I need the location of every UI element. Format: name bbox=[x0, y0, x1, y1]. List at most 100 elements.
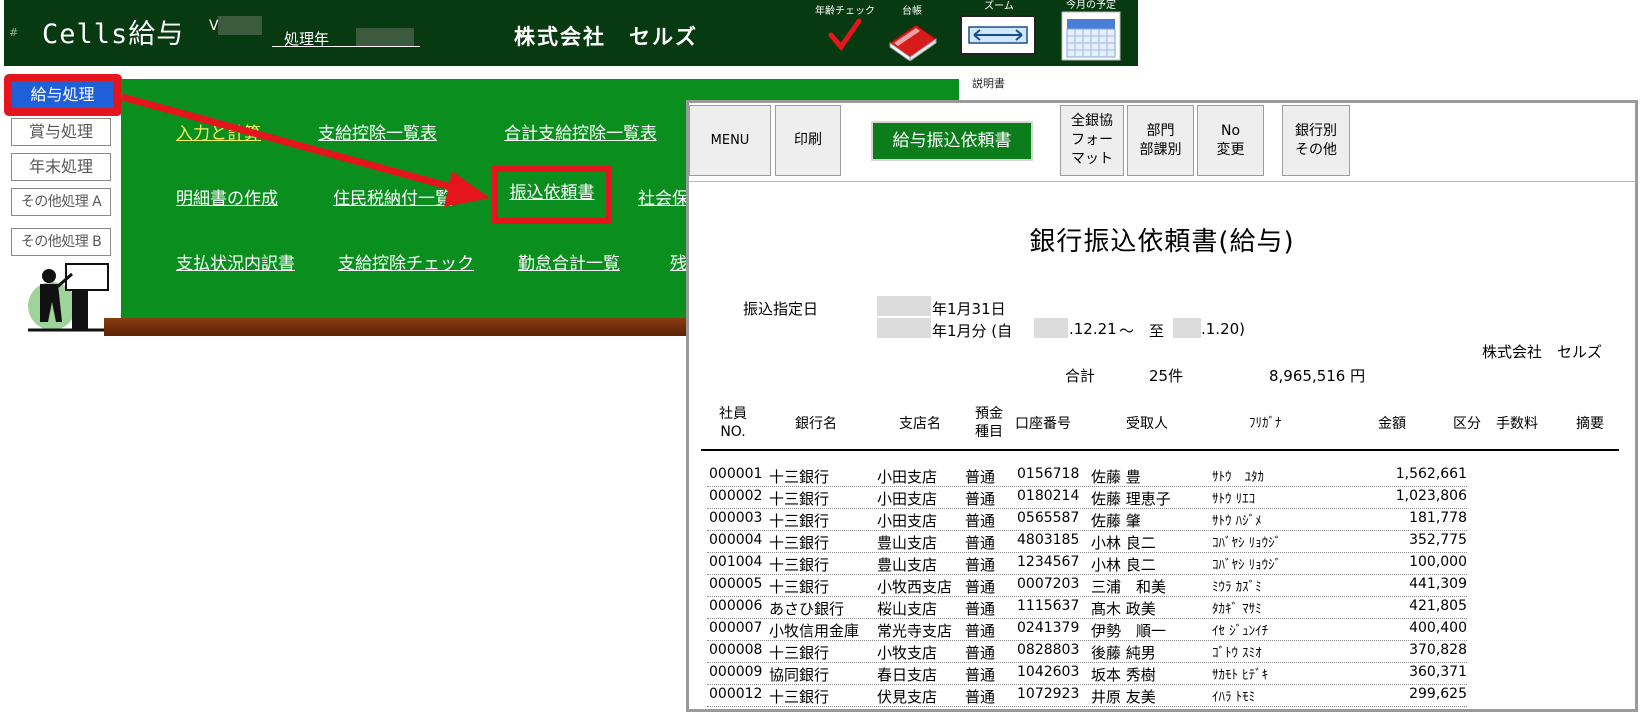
col-category: 区分 bbox=[1453, 416, 1481, 432]
total-count: 25件 bbox=[1149, 367, 1184, 385]
book-icon bbox=[889, 24, 937, 62]
document-title: 銀行振込依頼書(給与) bbox=[1029, 227, 1295, 257]
cell-name: 三浦 和美 bbox=[1091, 578, 1167, 596]
link-attendance-total[interactable]: 勤怠合計一覧 bbox=[518, 249, 620, 274]
cell-type: 普通 bbox=[965, 534, 996, 552]
table-row[interactable]: 000003 十三銀行 小田支店 普通 0565587 佐藤 肇 ｻﾄｳ ﾊｼﾞﾒ 181,7… bbox=[707, 509, 1467, 531]
cell-branch: 小牧西支店 bbox=[877, 578, 953, 596]
cell-bank: 小牧信用金庫 bbox=[769, 622, 860, 640]
table-row[interactable]: 000007 小牧信用金庫 常光寺支店 普通 0241379 伊勢 順一 ｲｾ ｼﾞｭﾝｲﾁ… bbox=[707, 619, 1467, 641]
link-input-calc[interactable]: 入力と計算 bbox=[176, 119, 261, 144]
by-bank-button[interactable]: 銀行別 その他 bbox=[1282, 105, 1350, 176]
cell-kana: ｻﾄｳ ﾘｴｺ bbox=[1212, 492, 1256, 507]
cell-name: 井原 友美 bbox=[1091, 688, 1156, 706]
cell-kana: ｺﾊﾞﾔｼ ﾘｮｳｼﾞ bbox=[1212, 558, 1282, 573]
transfer-request-title-button[interactable]: 給与振込依頼書 bbox=[871, 121, 1033, 161]
header-rule bbox=[701, 449, 1619, 451]
checkmark-icon bbox=[828, 18, 862, 52]
cell-bank: 十三銀行 bbox=[769, 688, 830, 706]
menu-year-end-processing[interactable]: 年末処理 bbox=[11, 153, 111, 181]
link-transfer-request[interactable]: 振込依頼書 bbox=[492, 166, 612, 224]
redacted-year bbox=[1034, 318, 1068, 338]
cell-amount: 352,775 bbox=[1409, 532, 1467, 548]
table-row[interactable]: 000012 十三銀行 伏見支店 普通 1072923 井原 友美 ｲﾊﾗ ﾄﾓﾐ 299,6… bbox=[707, 685, 1467, 707]
link-payment-check[interactable]: 支給控除チェック bbox=[338, 249, 474, 274]
cell-amount: 299,625 bbox=[1409, 686, 1467, 702]
cell-name: 伊勢 順一 bbox=[1091, 622, 1167, 640]
table-row[interactable]: 000009 協同銀行 春日支店 普通 1042603 坂本 秀樹 ｻｶﾓﾄ ﾋﾃﾞｷ 360… bbox=[707, 663, 1467, 685]
cell-name: 小林 良二 bbox=[1091, 556, 1156, 574]
link-create-statements[interactable]: 明細書の作成 bbox=[176, 184, 278, 209]
col-account-no: 口座番号 bbox=[1015, 416, 1071, 432]
app-header: # Cells給与 V 処理年 株式会社 セルズ 年齢チェック 台帳 ズーム 今… bbox=[4, 0, 1138, 66]
col-employee-no: 社員 NO. bbox=[719, 406, 747, 440]
menu-bonus-processing[interactable]: 賞与処理 bbox=[11, 118, 111, 146]
zoom-label: ズーム bbox=[984, 1, 1014, 12]
cell-bank: 協同銀行 bbox=[769, 666, 830, 684]
table-row[interactable]: 000005 十三銀行 小牧西支店 普通 0007203 三浦 和美 ﾐｳﾗ ｶｽﾞﾐ 441… bbox=[707, 575, 1467, 597]
cell-type: 普通 bbox=[965, 600, 996, 618]
cell-name: 坂本 秀樹 bbox=[1091, 666, 1156, 684]
cell-branch: 伏見支店 bbox=[877, 688, 938, 706]
cell-amount: 1,023,806 bbox=[1395, 488, 1467, 504]
cell-kana: ｺﾞﾄｳ ｽﾐｵ bbox=[1212, 646, 1262, 661]
table-row[interactable]: 001004 十三銀行 豊山支店 普通 1234567 小林 良二 ｺﾊﾞﾔｼ ﾘｮｳｼﾞ 1… bbox=[707, 553, 1467, 575]
redacted-year bbox=[356, 28, 414, 46]
link-overtime[interactable]: 残 bbox=[670, 249, 687, 274]
cell-amount: 181,778 bbox=[1409, 510, 1467, 526]
department-button[interactable]: 部門 部課別 bbox=[1127, 105, 1194, 176]
link-resident-tax-list[interactable]: 住民税納付一覧 bbox=[333, 184, 452, 209]
cell-no: 000012 bbox=[709, 686, 763, 702]
table-row[interactable]: 000002 十三銀行 小田支店 普通 0180214 佐藤 理恵子 ｻﾄｳ ﾘｴｺ 1,02… bbox=[707, 487, 1467, 509]
redacted-year bbox=[877, 318, 931, 338]
cell-acct: 1234567 bbox=[1017, 554, 1080, 570]
cell-branch: 小牧支店 bbox=[877, 644, 938, 662]
cell-bank: 十三銀行 bbox=[769, 534, 830, 552]
zoom-button[interactable]: ズーム bbox=[960, 1, 1038, 60]
link-total-payment-deduction-list[interactable]: 合計支給控除一覧表 bbox=[504, 119, 657, 144]
cell-amount: 421,805 bbox=[1409, 598, 1467, 614]
cell-no: 000009 bbox=[709, 664, 763, 680]
print-button[interactable]: 印刷 bbox=[775, 105, 841, 176]
no-change-button[interactable]: No 変更 bbox=[1197, 105, 1264, 176]
link-social-insurance[interactable]: 社会保 bbox=[638, 184, 689, 209]
company-name: 株式会社 セルズ bbox=[514, 25, 698, 49]
age-check-button[interactable]: 年齢チェック bbox=[809, 6, 881, 55]
cell-kana: ｻﾄｳ ﾊｼﾞﾒ bbox=[1212, 514, 1262, 529]
cell-no: 000001 bbox=[709, 466, 763, 482]
table-row[interactable]: 000004 十三銀行 豊山支店 普通 4803185 小林 良二 ｺﾊﾞﾔｼ ﾘｮｳｼﾞ 3… bbox=[707, 531, 1467, 553]
link-payment-breakdown[interactable]: 支払状況内訳書 bbox=[176, 249, 295, 274]
cell-type: 普通 bbox=[965, 556, 996, 574]
menu-salary-processing[interactable]: 給与処理 bbox=[4, 74, 122, 116]
cell-bank: 十三銀行 bbox=[769, 490, 830, 508]
table-row[interactable]: 000006 あさひ銀行 桜山支店 普通 1115637 髙木 政美 ﾀｶｷﾞ ﾏｻﾐ 421… bbox=[707, 597, 1467, 619]
table-row[interactable]: 000008 十三銀行 小牧支店 普通 0828803 後藤 純男 ｺﾞﾄｳ ｽﾐｵ 370,… bbox=[707, 641, 1467, 663]
cell-type: 普通 bbox=[965, 578, 996, 596]
header-hash: # bbox=[9, 26, 19, 39]
preview-toolbar: MENU 印刷 給与振込依頼書 全銀協 フォー マット 部門 部課別 No 変更… bbox=[689, 103, 1635, 182]
cell-branch: 小田支店 bbox=[877, 512, 938, 530]
zengin-format-button[interactable]: 全銀協 フォー マット bbox=[1060, 105, 1124, 176]
date-value: 年1月31日 bbox=[932, 300, 1006, 318]
menu-other-b[interactable]: その他処理 B bbox=[11, 228, 111, 256]
menu-other-a[interactable]: その他処理 A bbox=[11, 188, 111, 216]
cell-acct: 0180214 bbox=[1017, 488, 1080, 504]
table-row[interactable]: 000001 十三銀行 小田支店 普通 0156718 佐藤 豊 ｻﾄｳ ﾕﾀｶ 1,562,… bbox=[707, 465, 1467, 487]
redacted-version bbox=[218, 16, 262, 35]
cell-name: 小林 良二 bbox=[1091, 534, 1156, 552]
cell-type: 普通 bbox=[965, 490, 996, 508]
total-label: 合計 bbox=[1065, 367, 1096, 385]
link-payment-deduction-list[interactable]: 支給控除一覧表 bbox=[318, 119, 437, 144]
cell-kana: ｺﾊﾞﾔｼ ﾘｮｳｼﾞ bbox=[1212, 536, 1282, 551]
cell-acct: 4803185 bbox=[1017, 532, 1080, 548]
manual-label[interactable]: 説明書 bbox=[972, 75, 1005, 91]
cell-type: 普通 bbox=[965, 468, 996, 486]
cell-name: 佐藤 豊 bbox=[1091, 468, 1141, 486]
menu-button[interactable]: MENU bbox=[689, 105, 771, 176]
monthly-schedule-button[interactable]: 今月の予定 bbox=[1056, 0, 1126, 65]
transfer-request-preview: MENU 印刷 給与振込依頼書 全銀協 フォー マット 部門 部課別 No 変更… bbox=[686, 100, 1638, 712]
cell-type: 普通 bbox=[965, 512, 996, 530]
ledger-button[interactable]: 台帳 bbox=[882, 6, 942, 65]
cell-acct: 0156718 bbox=[1017, 466, 1080, 482]
col-deposit-type: 預金 種目 bbox=[975, 406, 1003, 440]
